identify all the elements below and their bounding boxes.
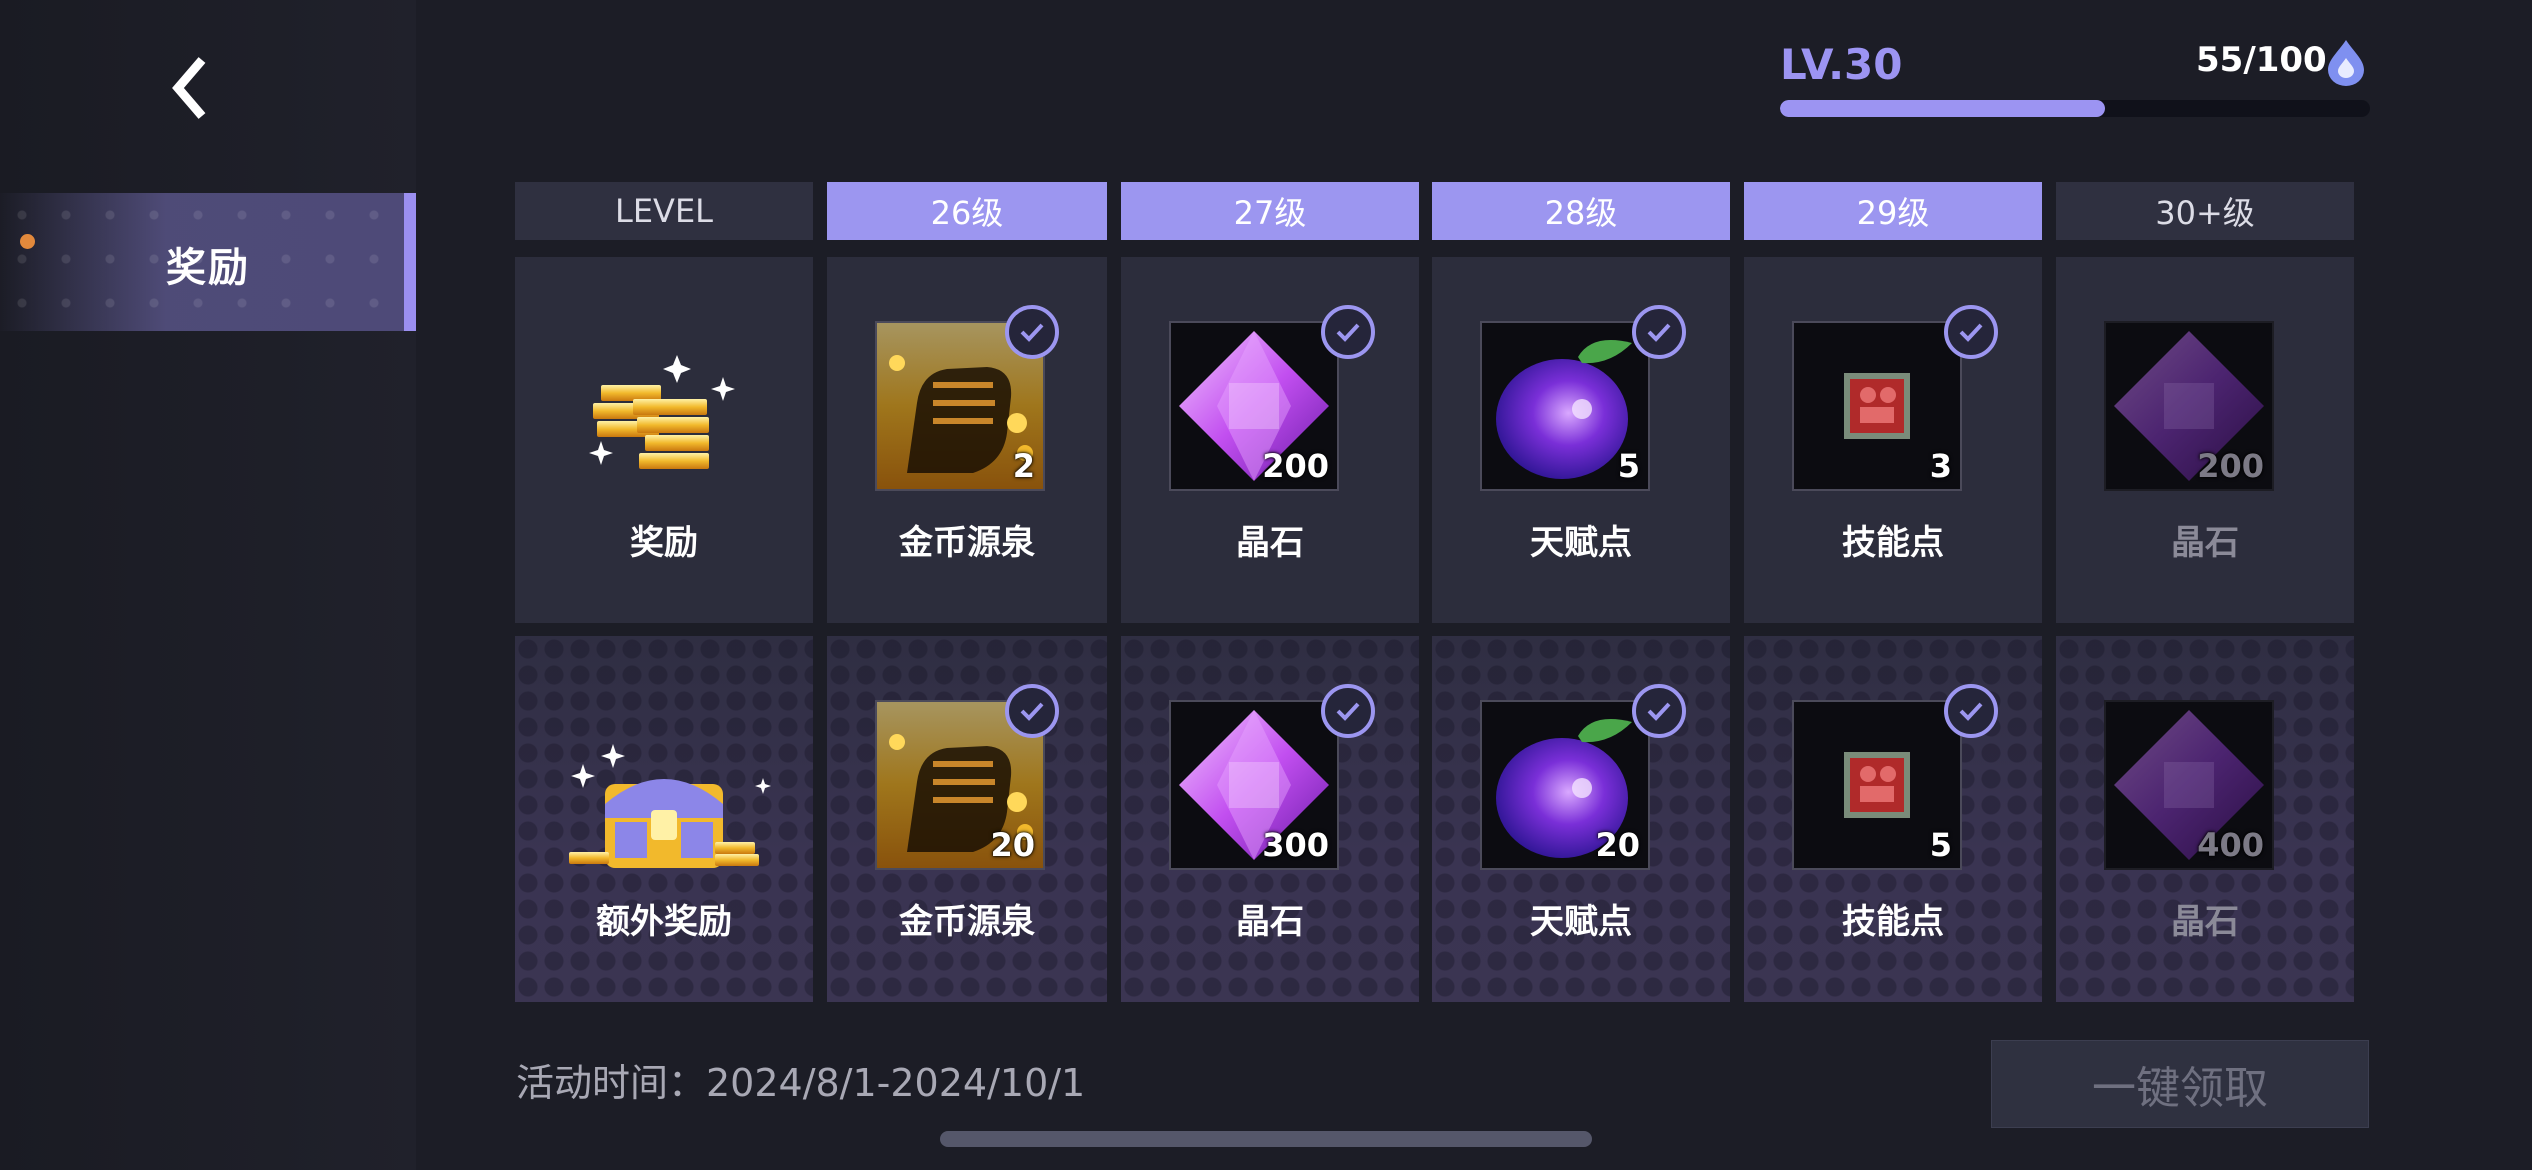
item-count: 200 <box>2197 447 2264 485</box>
item-box: 3 <box>1792 321 1962 491</box>
row-label-rewards: 奖励 <box>515 257 813 623</box>
level-label: LV.30 <box>1780 40 1903 89</box>
header-level: LEVEL <box>515 182 813 240</box>
item-name: 金币源泉 <box>899 902 1035 942</box>
gold-bars-icon <box>589 355 735 469</box>
row-label-text: 奖励 <box>630 523 698 563</box>
row-label-text: 额外奖励 <box>596 902 732 942</box>
claimed-check-icon <box>1005 684 1059 738</box>
header-col-1: 26级 <box>827 182 1107 240</box>
item-count: 5 <box>1617 447 1640 485</box>
chevron-left-icon <box>172 57 206 119</box>
claimed-check-icon <box>1321 305 1375 359</box>
home-indicator[interactable] <box>940 1131 1592 1147</box>
item-name: 晶石 <box>1236 902 1304 942</box>
reward-cell-r2-c3[interactable]: 20 天赋点 <box>1432 636 1730 1002</box>
reward-cell-r2-c5[interactable]: 400 晶石 <box>2056 636 2354 1002</box>
reward-cell-r2-c2[interactable]: 300 晶石 <box>1121 636 1419 1002</box>
item-box: 200 <box>1169 321 1339 491</box>
header-col-3: 28级 <box>1432 182 1730 240</box>
reward-cell-r2-c4[interactable]: 5 技能点 <box>1744 636 2042 1002</box>
reward-cell-r1-c1[interactable]: 2 金币源泉 <box>827 257 1107 623</box>
item-count: 300 <box>1262 826 1329 864</box>
exp-progress-fill <box>1780 100 2105 117</box>
item-count: 20 <box>1595 826 1640 864</box>
header-col-4: 29级 <box>1744 182 2042 240</box>
item-count: 400 <box>2197 826 2264 864</box>
claimed-check-icon <box>1632 305 1686 359</box>
item-name: 金币源泉 <box>899 523 1035 563</box>
reward-cell-r2-c1[interactable]: 20 金币源泉 <box>827 636 1107 1002</box>
claimed-check-icon <box>1944 305 1998 359</box>
exp-progress-bar <box>1780 100 2370 117</box>
item-name: 晶石 <box>2171 523 2239 563</box>
reward-cell-r1-c3[interactable]: 5 天赋点 <box>1432 257 1730 623</box>
item-name: 技能点 <box>1842 902 1944 942</box>
exp-text: 55/100 <box>2196 40 2327 80</box>
item-box: 5 <box>1480 321 1650 491</box>
sidebar-tab-label: 奖励 <box>166 245 250 291</box>
claimed-check-icon <box>1005 305 1059 359</box>
sidebar: 奖励 <box>0 0 416 1170</box>
item-box: 200 <box>2104 321 2274 491</box>
water-drop-icon <box>2328 40 2364 86</box>
item-count: 5 <box>1929 826 1952 864</box>
claimed-check-icon <box>1632 684 1686 738</box>
reward-cell-r1-c5[interactable]: 200 晶石 <box>2056 257 2354 623</box>
event-time-text: 活动时间：2024/8/1-2024/10/1 <box>516 1061 1086 1105</box>
row-label-extra-rewards: 额外奖励 <box>515 636 813 1002</box>
item-box: 20 <box>1480 700 1650 870</box>
sidebar-tab-rewards[interactable]: 奖励 <box>0 193 416 331</box>
item-name: 技能点 <box>1842 523 1944 563</box>
item-count: 2 <box>1012 447 1035 485</box>
header-col-2: 27级 <box>1121 182 1419 240</box>
back-button[interactable] <box>150 48 230 128</box>
item-name: 天赋点 <box>1530 902 1632 942</box>
notification-dot <box>20 234 35 249</box>
item-name: 晶石 <box>1236 523 1304 563</box>
item-count: 20 <box>990 826 1035 864</box>
item-box: 300 <box>1169 700 1339 870</box>
treasure-chest-icon <box>569 744 771 868</box>
reward-cell-r1-c4[interactable]: 3 技能点 <box>1744 257 2042 623</box>
claimed-check-icon <box>1321 684 1375 738</box>
reward-cell-r1-c2[interactable]: 200 晶石 <box>1121 257 1419 623</box>
claimed-check-icon <box>1944 684 1998 738</box>
item-name: 晶石 <box>2171 902 2239 942</box>
claim-all-button[interactable]: 一键领取 <box>1991 1040 2369 1128</box>
item-count: 3 <box>1929 447 1952 485</box>
item-name: 天赋点 <box>1530 523 1632 563</box>
header-col-5: 30+级 <box>2056 182 2354 240</box>
item-box: 400 <box>2104 700 2274 870</box>
item-count: 200 <box>1262 447 1329 485</box>
item-box: 5 <box>1792 700 1962 870</box>
